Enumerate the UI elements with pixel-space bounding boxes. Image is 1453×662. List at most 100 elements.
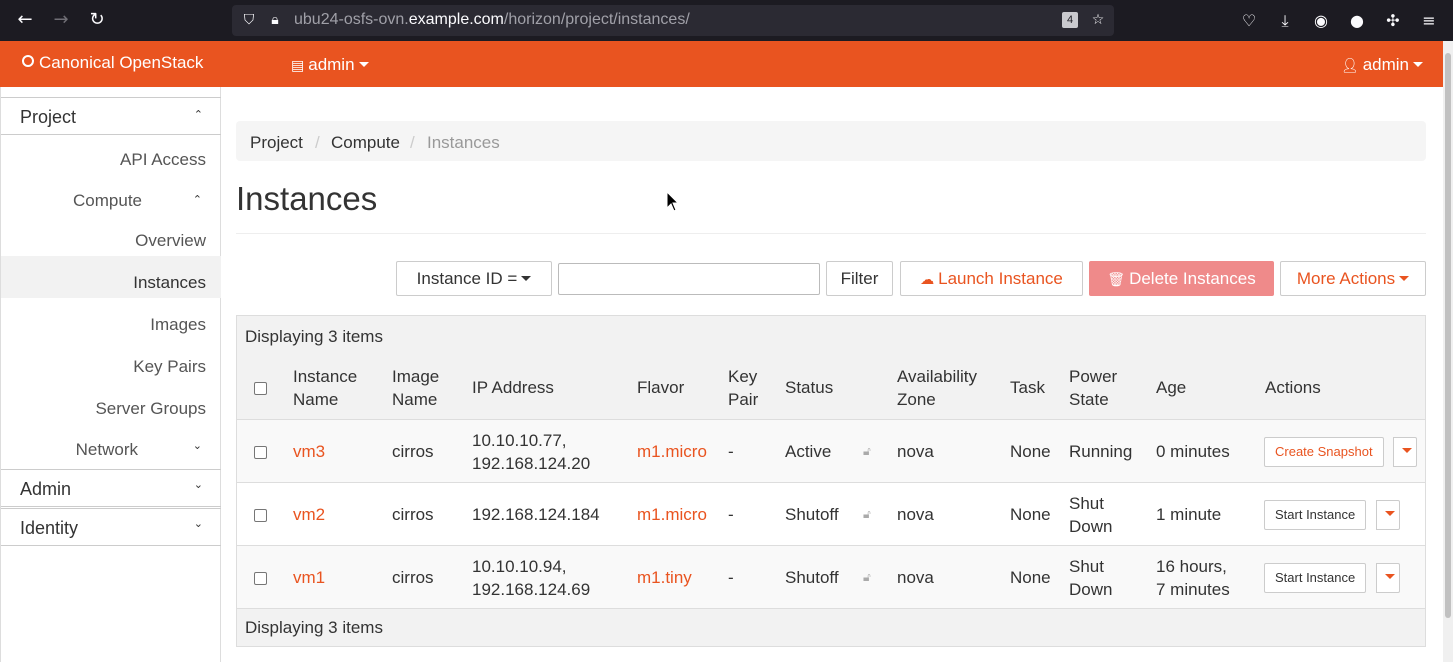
chevron-down-icon: ⌄	[193, 478, 203, 491]
breadcrumb: Project / Compute / Instances	[236, 121, 1426, 161]
launch-instance-button[interactable]: ☁ Launch Instance	[900, 261, 1083, 296]
sidebar-section-admin[interactable]: Admin ⌄	[1, 469, 221, 507]
col-task[interactable]: Task	[1010, 376, 1045, 399]
col-power-state[interactable]: Power State	[1069, 365, 1117, 411]
sidebar-item-api-access[interactable]: API Access	[120, 150, 206, 170]
delete-instances-button[interactable]: 🗑︎ Delete Instances	[1089, 261, 1274, 296]
reload-icon[interactable]: ↻	[85, 8, 109, 32]
caret-down-icon	[1385, 574, 1395, 579]
more-actions-label: More Actions	[1296, 269, 1396, 288]
lock-icon[interactable]: 🔒︎	[266, 11, 284, 29]
menu-icon[interactable]: ≡	[1418, 10, 1440, 32]
col-ip-address[interactable]: IP Address	[472, 376, 554, 399]
filter-field-label: Instance ID =	[416, 269, 518, 288]
age: 1 minute	[1156, 503, 1221, 526]
col-flavor[interactable]: Flavor	[637, 376, 684, 399]
sidebar-item-server-groups[interactable]: Server Groups	[95, 399, 206, 419]
instance-name-link[interactable]: vm2	[293, 503, 325, 526]
unlocked-icon: 🔓︎	[863, 444, 871, 458]
chevron-down-icon: ⌄	[193, 517, 203, 530]
sidebar-section-project[interactable]: Project ⌃	[1, 97, 221, 135]
table-summary-bottom: Displaying 3 items	[237, 608, 1425, 646]
availability-zone: nova	[897, 442, 934, 461]
col-availability-zone[interactable]: Availability Zone	[897, 365, 977, 411]
user-menu-dropdown[interactable]: 👤︎ admin	[1341, 55, 1423, 75]
extension-s-icon[interactable]: ●	[1346, 10, 1368, 32]
sidebar-item-compute[interactable]: Compute	[73, 191, 142, 211]
page-scrollbar[interactable]	[1443, 41, 1453, 662]
sidebar-section-identity[interactable]: Identity ⌄	[1, 508, 221, 546]
power-line: Shut	[1069, 557, 1104, 576]
row-actions-dropdown[interactable]	[1376, 563, 1400, 593]
breadcrumb-compute[interactable]: Compute	[331, 133, 400, 153]
url-text[interactable]: ubu24-osfs-ovn.example.com/horizon/proje…	[294, 11, 690, 29]
ip-line: 192.168.124.184	[472, 505, 600, 524]
row-actions-dropdown[interactable]	[1376, 500, 1400, 530]
power-line: Shut	[1069, 494, 1104, 513]
project-selector-dropdown[interactable]: ▤ admin	[291, 55, 369, 75]
sidebar-item-key-pairs[interactable]: Key Pairs	[133, 357, 206, 377]
account-icon[interactable]: ◉	[1310, 10, 1332, 32]
filter-button[interactable]: Filter	[826, 261, 893, 296]
sidebar: Project ⌃ API Access Compute ⌃ Overview …	[0, 87, 221, 662]
power-state: Shut Down	[1069, 492, 1112, 538]
brand-text: Canonical OpenStack	[39, 53, 204, 72]
forward-icon[interactable]: →	[49, 8, 73, 32]
sidebar-item-instances[interactable]: Instances	[133, 273, 206, 293]
brand-logo[interactable]: Canonical OpenStack	[22, 53, 203, 73]
title-divider	[236, 233, 1426, 234]
col-header-line: State	[1069, 390, 1109, 409]
delete-instances-label: Delete Instances	[1129, 269, 1256, 288]
instance-name-link[interactable]: vm3	[293, 440, 325, 463]
col-image-name[interactable]: Image Name	[392, 365, 439, 411]
sidebar-section-label: Project	[20, 107, 77, 127]
col-age[interactable]: Age	[1156, 376, 1186, 399]
flavor-link[interactable]: m1.tiny	[637, 566, 692, 589]
image-name: cirros	[392, 442, 434, 461]
sidebar-item-images[interactable]: Images	[150, 315, 206, 335]
instances-table: Displaying 3 items Instance Name Image Nam…	[236, 315, 1426, 647]
page-title: Instances	[236, 180, 378, 217]
start-instance-button[interactable]: Start Instance	[1264, 563, 1367, 593]
downloads-icon[interactable]: ⤓	[1274, 10, 1296, 32]
select-all-checkbox[interactable]	[254, 382, 267, 395]
table-summary-text: Displaying 3 items	[245, 327, 383, 346]
col-header-line: Instance	[293, 367, 358, 386]
filter-field-dropdown[interactable]: Instance ID =	[396, 261, 552, 296]
start-instance-button[interactable]: Start Instance	[1264, 500, 1367, 530]
image-name: cirros	[392, 568, 434, 587]
col-status[interactable]: Status	[785, 376, 833, 399]
task: None	[1010, 568, 1051, 587]
flavor-link[interactable]: m1.micro	[637, 440, 707, 463]
col-key-pair[interactable]: Key Pair	[728, 365, 758, 411]
bookmark-star-icon[interactable]: ☆	[1089, 11, 1107, 29]
trash-icon: 🗑︎	[1107, 272, 1126, 288]
sidebar-item-overview[interactable]: Overview	[135, 231, 206, 251]
row-checkbox[interactable]	[254, 446, 267, 459]
back-icon[interactable]: ←	[13, 8, 37, 32]
row-checkbox[interactable]	[254, 572, 267, 585]
tab-count-badge[interactable]: 4	[1062, 12, 1078, 28]
pocket-icon[interactable]: ♡	[1238, 10, 1260, 32]
power-state: Running	[1069, 440, 1132, 463]
power-line: Down	[1069, 517, 1113, 536]
more-actions-dropdown[interactable]: More Actions	[1280, 261, 1426, 296]
project-icon: ▤	[291, 58, 305, 74]
col-instance-name[interactable]: Instance Name	[293, 365, 357, 411]
row-checkbox[interactable]	[254, 509, 267, 522]
create-snapshot-button[interactable]: Create Snapshot	[1264, 437, 1384, 467]
breadcrumb-project[interactable]: Project	[250, 133, 303, 153]
extensions-icon[interactable]: ✣	[1382, 10, 1404, 32]
instance-name-link[interactable]: vm1	[293, 566, 325, 589]
col-actions: Actions	[1265, 378, 1321, 397]
row-actions-dropdown[interactable]	[1393, 437, 1417, 467]
sidebar-item-network[interactable]: Network	[76, 440, 138, 460]
filter-input[interactable]	[558, 263, 820, 295]
age: 0 minutes	[1156, 440, 1230, 463]
address-bar[interactable]: ⛉ 🔒︎ ubu24-osfs-ovn.example.com/horizon/…	[232, 5, 1114, 36]
top-navbar: Canonical OpenStack ▤ admin 👤︎ admin	[0, 41, 1443, 87]
shield-icon[interactable]: ⛉	[240, 11, 258, 29]
flavor-link[interactable]: m1.micro	[637, 503, 707, 526]
sidebar-section-label: Admin	[20, 479, 72, 499]
scrollbar-thumb[interactable]	[1445, 53, 1451, 618]
